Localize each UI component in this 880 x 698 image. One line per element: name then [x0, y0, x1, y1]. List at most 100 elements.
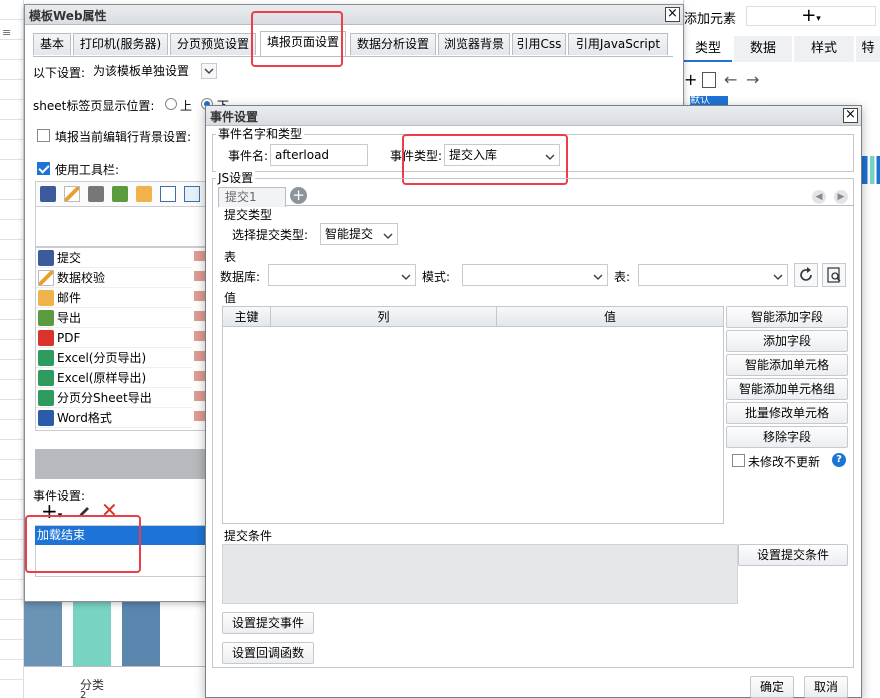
- layout-icon[interactable]: [160, 186, 176, 202]
- tab-printer[interactable]: 打印机(服务器): [73, 33, 168, 55]
- table-header: 主键 列 值: [223, 307, 723, 327]
- list-item[interactable]: 邮件: [36, 288, 192, 308]
- tab-next-icon[interactable]: ▶: [834, 190, 848, 204]
- chart-axis: [24, 666, 208, 667]
- export-icon: [38, 310, 54, 326]
- set-callback-button[interactable]: 设置回调函数: [222, 642, 314, 664]
- add-element-button[interactable]: +▾: [746, 6, 876, 26]
- web-dialog-title: 模板Web属性: [29, 9, 107, 23]
- refresh-icon: [800, 267, 812, 281]
- chevron-down-icon: [544, 149, 556, 161]
- list-item[interactable]: PDF: [36, 328, 192, 348]
- save-icon: [38, 250, 54, 266]
- tab-css[interactable]: 引用Css: [512, 33, 566, 55]
- tab-prev-icon[interactable]: ◀: [812, 190, 826, 204]
- tab-page-preview[interactable]: 分页预览设置: [170, 33, 256, 55]
- set-submit-condition-button[interactable]: 设置提交条件: [738, 544, 848, 566]
- check-icon: [38, 270, 54, 286]
- add-tab-icon[interactable]: +: [290, 187, 307, 204]
- settings-select[interactable]: 为该模板单独设置: [89, 61, 217, 83]
- chevron-down-icon: [772, 269, 784, 281]
- sheet-pos-label: sheet标签页显示位置:: [33, 99, 155, 113]
- delete-event-icon[interactable]: ✕: [101, 500, 118, 520]
- tab-basic[interactable]: 基本: [33, 33, 71, 55]
- set-submit-event-button[interactable]: 设置提交事件: [222, 612, 314, 634]
- radio-top[interactable]: [165, 98, 177, 110]
- list-item[interactable]: Excel(原样导出): [36, 368, 192, 388]
- chevron-down-icon: [382, 228, 394, 240]
- right-tab-type[interactable]: 类型: [684, 36, 732, 62]
- right-tab-style[interactable]: 样式: [794, 36, 854, 62]
- list-item[interactable]: 导出: [36, 308, 192, 328]
- excel-icon: [38, 350, 54, 366]
- js-group-legend: JS设置: [216, 171, 256, 185]
- tab-browser-bg[interactable]: 浏览器背景: [438, 33, 510, 55]
- list-item[interactable]: Word格式: [36, 408, 192, 428]
- mail-icon[interactable]: [136, 186, 152, 202]
- table-select[interactable]: [638, 264, 788, 286]
- list-item[interactable]: 数据校验: [36, 268, 192, 288]
- batch-modify-cell-button[interactable]: 批量修改单元格: [726, 402, 848, 424]
- schema-select[interactable]: [462, 264, 608, 286]
- arrow-left-icon[interactable]: ←: [724, 70, 737, 89]
- column-header-value[interactable]: 值: [497, 307, 723, 327]
- save-icon[interactable]: [40, 186, 56, 202]
- toolbar-blank: [35, 207, 207, 247]
- chart-axis-sub: 2: [80, 690, 87, 698]
- tab-fill-page[interactable]: 填报页面设置: [260, 31, 346, 56]
- tab-data-analysis[interactable]: 数据分析设置: [350, 33, 436, 55]
- database-label: 数据库:: [220, 270, 261, 284]
- column-header-column[interactable]: 列: [271, 307, 497, 327]
- database-select[interactable]: [268, 264, 416, 286]
- panel-icon[interactable]: [184, 186, 200, 202]
- event-dialog-titlebar[interactable]: 事件设置 ×: [206, 106, 861, 126]
- close-icon[interactable]: ×: [665, 7, 680, 22]
- right-tab-data[interactable]: 数据: [734, 36, 792, 62]
- remove-field-button[interactable]: 移除字段: [726, 426, 848, 448]
- ok-button[interactable]: 确定: [750, 676, 794, 698]
- submit-type-select[interactable]: 智能提交: [320, 223, 398, 245]
- list-item[interactable]: 提交: [36, 248, 192, 268]
- cancel-button[interactable]: 取消: [804, 676, 848, 698]
- copy-icon[interactable]: [702, 72, 716, 88]
- smart-add-cell-group-button[interactable]: 智能添加单元格组: [726, 378, 848, 400]
- close-icon[interactable]: ×: [843, 108, 858, 123]
- refresh-button[interactable]: [794, 263, 818, 287]
- add-icon[interactable]: +: [684, 72, 697, 88]
- event-name-input[interactable]: afterload: [270, 144, 368, 166]
- tab-javascript[interactable]: 引用JavaScript: [568, 33, 668, 55]
- value-table: 主键 列 值: [222, 306, 724, 524]
- print-icon[interactable]: [88, 186, 104, 202]
- submit-tab-bar: [218, 186, 854, 206]
- fill-bg-checkbox[interactable]: [37, 129, 50, 142]
- right-tab-more[interactable]: 特: [856, 36, 880, 62]
- mail-icon: [38, 290, 54, 306]
- list-item[interactable]: 分页分Sheet导出: [36, 388, 192, 408]
- arrow-right-icon[interactable]: →: [746, 70, 759, 89]
- smart-add-cell-button[interactable]: 智能添加单元格: [726, 354, 848, 376]
- column-header-pk[interactable]: 主键: [223, 307, 271, 327]
- chevron-down-icon: [400, 269, 412, 281]
- event-type-select[interactable]: 提交入库: [444, 144, 560, 166]
- add-field-button[interactable]: 添加字段: [726, 330, 848, 352]
- edit-event-icon[interactable]: [77, 505, 91, 519]
- edit-icon[interactable]: [64, 186, 80, 202]
- word-icon: [38, 410, 54, 426]
- submit-condition-area[interactable]: [222, 544, 738, 604]
- chevron-down-icon: [201, 63, 217, 79]
- submit-tab[interactable]: 提交1: [218, 187, 286, 207]
- search-table-button[interactable]: [822, 263, 846, 287]
- help-icon[interactable]: ?: [832, 453, 846, 467]
- use-toolbar-checkbox[interactable]: [37, 162, 50, 175]
- chart-bar: [24, 598, 62, 666]
- toolbar-preview: [35, 181, 207, 207]
- smart-add-field-button[interactable]: 智能添加字段: [726, 306, 848, 328]
- unmodified-no-update-checkbox[interactable]: [732, 454, 745, 467]
- unmodified-no-update-label: 未修改不更新: [748, 455, 821, 469]
- web-dialog-titlebar[interactable]: 模板Web属性 ×: [25, 5, 683, 25]
- list-item[interactable]: Excel(分页导出): [36, 348, 192, 368]
- event-list-item[interactable]: 加载结束: [35, 526, 207, 545]
- add-event-icon[interactable]: +▾: [41, 501, 62, 526]
- export-icon[interactable]: [112, 186, 128, 202]
- event-type-label: 事件类型:: [390, 149, 443, 163]
